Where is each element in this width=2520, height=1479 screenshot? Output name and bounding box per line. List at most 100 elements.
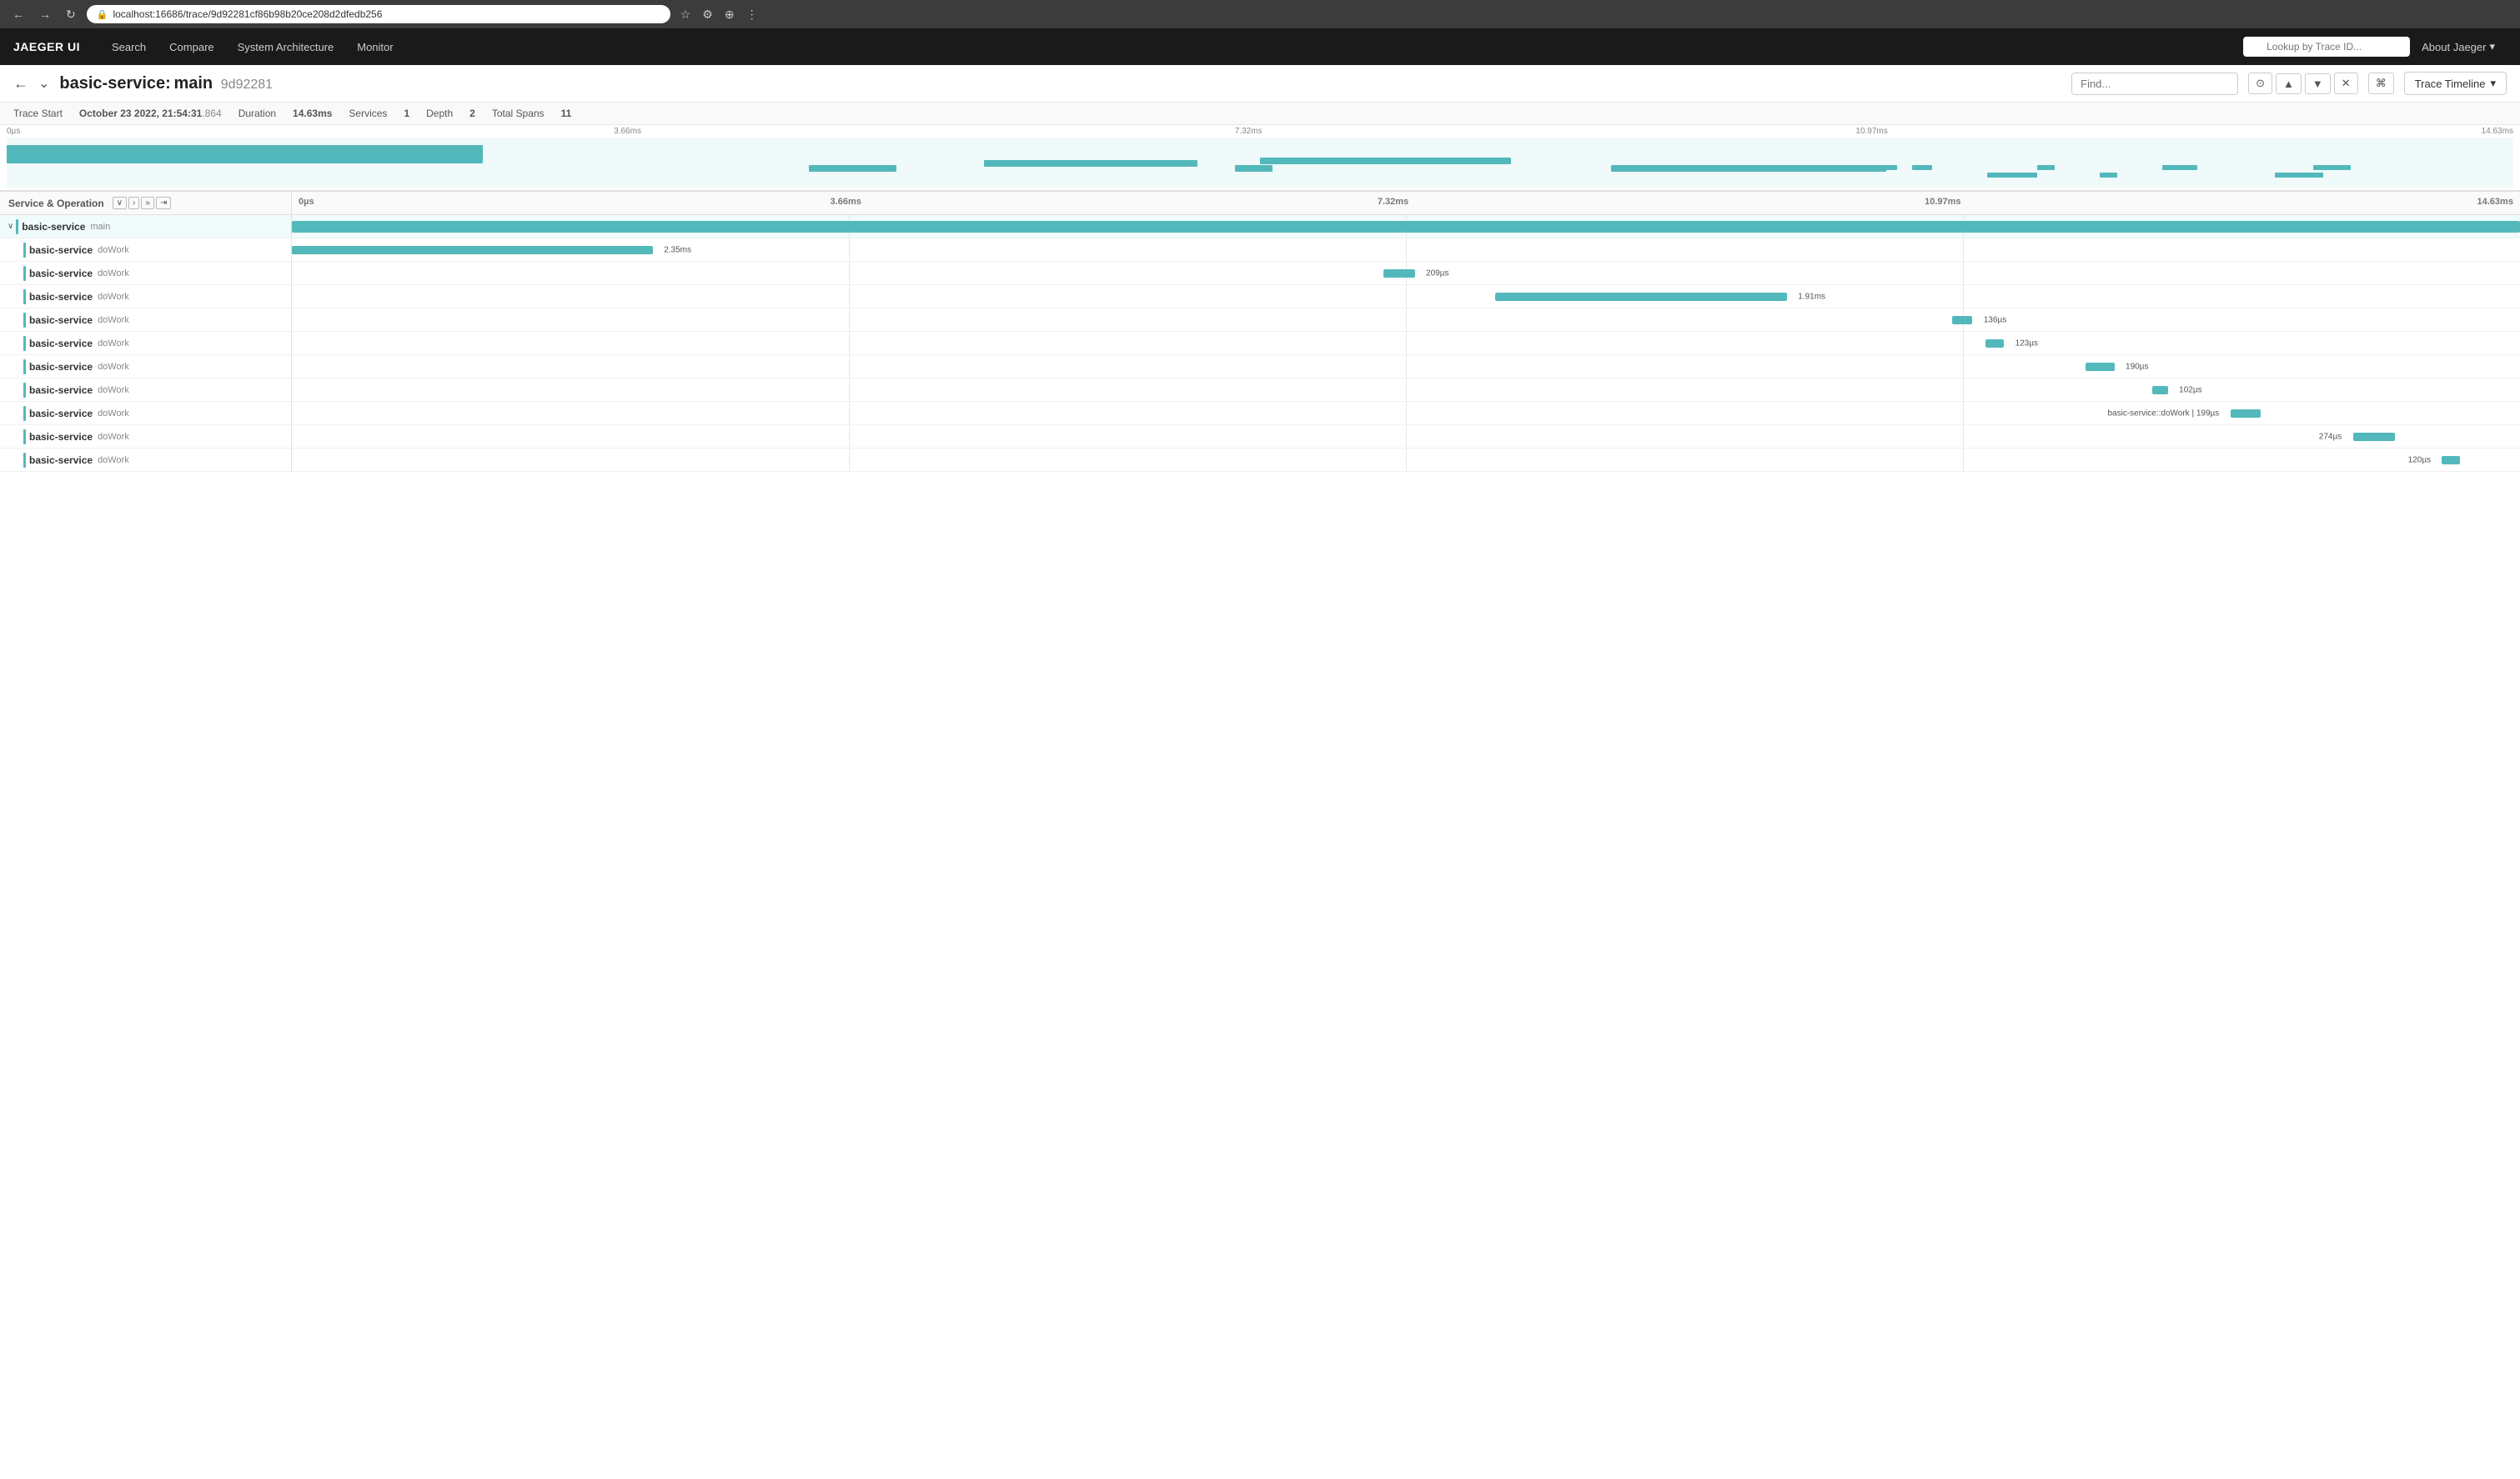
span-bar[interactable]	[292, 246, 653, 254]
span-row[interactable]: ∨ basic-service main	[0, 215, 2520, 238]
browser-ext1-btn[interactable]: ⚙	[699, 6, 716, 23]
trace-find-input[interactable]	[2071, 73, 2238, 95]
span-service-name: basic-service	[29, 384, 93, 396]
span-service-col: basic-service doWork	[0, 425, 292, 448]
span-timeline-col	[292, 215, 2520, 238]
span-operation-name: doWork	[98, 315, 129, 325]
nav-search[interactable]: Search	[100, 28, 158, 65]
span-timeline-col: 209µs	[292, 262, 2520, 284]
span-duration-label: 190µs	[2126, 362, 2148, 371]
span-row[interactable]: basic-servicedoWork1.91ms	[0, 285, 2520, 308]
browser-menu-btn[interactable]: ⋮	[743, 6, 761, 23]
col-ctrl-3[interactable]: »	[141, 197, 154, 209]
browser-url-bar[interactable]: 🔒 localhost:16686/trace/9d92281cf86b98b2…	[87, 5, 670, 23]
trace-keyboard-shortcut-btn[interactable]: ⌘	[2368, 73, 2394, 94]
span-row[interactable]: basic-servicedoWork102µs	[0, 379, 2520, 402]
span-row[interactable]: basic-service doWork 274µs	[0, 425, 2520, 449]
span-row[interactable]: basic-servicedoWork 123µs	[0, 332, 2520, 355]
span-bar[interactable]	[2231, 409, 2261, 418]
span-bar[interactable]	[1952, 316, 1973, 324]
services-value: 1	[404, 108, 409, 119]
col-ctrl-1[interactable]: ∨	[113, 197, 127, 209]
overview-bar	[7, 145, 483, 163]
span-row[interactable]: basic-servicedoWork209µs	[0, 262, 2520, 285]
browser-ext2-btn[interactable]: ⊕	[721, 6, 738, 23]
grid-line	[849, 402, 850, 424]
span-service-col: basic-servicedoWork	[0, 332, 292, 354]
span-duration-label: 123µs	[2015, 338, 2038, 348]
col-ctrl-2[interactable]: ›	[128, 197, 139, 209]
grid-line	[1406, 355, 1407, 378]
span-service-col: ∨ basic-service main	[0, 215, 292, 238]
span-color-indicator	[23, 359, 26, 374]
span-color-indicator	[23, 289, 26, 304]
span-timeline-col: 123µs	[292, 332, 2520, 354]
browser-refresh-btn[interactable]: ↻	[62, 6, 80, 23]
nav-about[interactable]: About Jaeger ▾	[2410, 40, 2507, 53]
span-row[interactable]: basic-servicedoWork190µs	[0, 355, 2520, 379]
browser-bookmark-btn[interactable]: ☆	[677, 6, 695, 23]
span-row[interactable]: basic-servicedoWork120µs	[0, 449, 2520, 472]
span-color-indicator	[23, 243, 26, 258]
span-bar[interactable]	[2353, 433, 2395, 441]
grid-line	[1406, 402, 1407, 424]
grid-line	[849, 425, 850, 448]
span-duration-label: basic-service::doWork | 199µs	[2108, 409, 2220, 418]
span-bar[interactable]	[1985, 339, 2004, 348]
span-timeline-col: basic-service::doWork | 199µs	[292, 402, 2520, 424]
timeline-overview[interactable]: 0µs 3.66ms 7.32ms 10.97ms 14.63ms	[0, 125, 2520, 192]
trace-meta: Trace Start October 23 2022, 21:54:31.86…	[0, 103, 2520, 125]
span-row[interactable]: basic-servicedoWork136µs	[0, 308, 2520, 332]
nav-compare[interactable]: Compare	[158, 28, 225, 65]
overview-bar	[1874, 165, 1896, 170]
span-color-indicator	[23, 429, 26, 444]
span-timeline-col: 190µs	[292, 355, 2520, 378]
span-row[interactable]: basic-servicedoWorkbasic-service::doWork…	[0, 402, 2520, 425]
span-operation-name: doWork	[98, 338, 129, 348]
span-bar[interactable]	[2086, 363, 2115, 371]
span-service-name: basic-service	[22, 221, 85, 233]
grid-line	[849, 285, 850, 308]
span-bar[interactable]	[2442, 456, 2460, 464]
nav-monitor[interactable]: Monitor	[345, 28, 404, 65]
nav-system-architecture[interactable]: System Architecture	[226, 28, 346, 65]
trace-ctrl-close-btn[interactable]: ✕	[2334, 73, 2358, 94]
grid-line	[849, 355, 850, 378]
span-color-indicator	[23, 266, 26, 281]
trace-header: ← ⌄ basic-service: main 9d92281 ⊙ ▲ ▼ ✕ …	[0, 65, 2520, 103]
trace-ctrl-down-btn[interactable]: ▼	[2305, 73, 2331, 94]
nav-brand: JAEGER UI	[13, 40, 80, 53]
trace-back-btn[interactable]: ←	[13, 75, 28, 93]
span-bar[interactable]	[292, 221, 2520, 233]
col-service-header: Service & Operation ∨ › » ⇥	[0, 192, 292, 214]
span-timeline-col: 274µs	[292, 425, 2520, 448]
trace-main: Service & Operation ∨ › » ⇥ 0µs 3.66ms 7…	[0, 192, 2520, 472]
span-service-name: basic-service	[29, 291, 93, 303]
span-operation-name: doWork	[98, 268, 129, 278]
span-operation-name: doWork	[98, 432, 129, 442]
span-toggle-btn[interactable]: ∨	[5, 222, 16, 231]
trace-ctrl-circle-btn[interactable]: ⊙	[2248, 73, 2272, 94]
overview-bar	[2275, 173, 2322, 178]
span-operation-name: main	[90, 222, 110, 232]
span-bar[interactable]	[1495, 293, 1787, 301]
span-color-indicator	[23, 313, 26, 328]
browser-back-btn[interactable]: ←	[8, 6, 28, 23]
span-row[interactable]: basic-servicedoWork2.35ms	[0, 238, 2520, 262]
browser-forward-btn[interactable]: →	[35, 6, 55, 23]
top-nav: JAEGER UI Search Compare System Architec…	[0, 28, 2520, 65]
span-service-name: basic-service	[29, 431, 93, 443]
trace-ctrl-up-btn[interactable]: ▲	[2276, 73, 2302, 94]
span-duration-label: 120µs	[2408, 455, 2431, 464]
span-bar[interactable]	[1383, 269, 1414, 278]
nav-lookup-input[interactable]	[2243, 37, 2410, 57]
span-service-name: basic-service	[29, 408, 93, 419]
grid-line	[849, 332, 850, 354]
span-duration-label: 2.35ms	[664, 245, 691, 254]
trace-collapse-btn[interactable]: ⌄	[38, 75, 49, 92]
span-bar[interactable]	[2152, 386, 2168, 394]
timeline-canvas[interactable]	[7, 138, 2513, 188]
col-ctrl-4[interactable]: ⇥	[156, 197, 171, 209]
trace-type-selector[interactable]: Trace Timeline ▾	[2404, 72, 2507, 95]
grid-line	[1963, 285, 1964, 308]
